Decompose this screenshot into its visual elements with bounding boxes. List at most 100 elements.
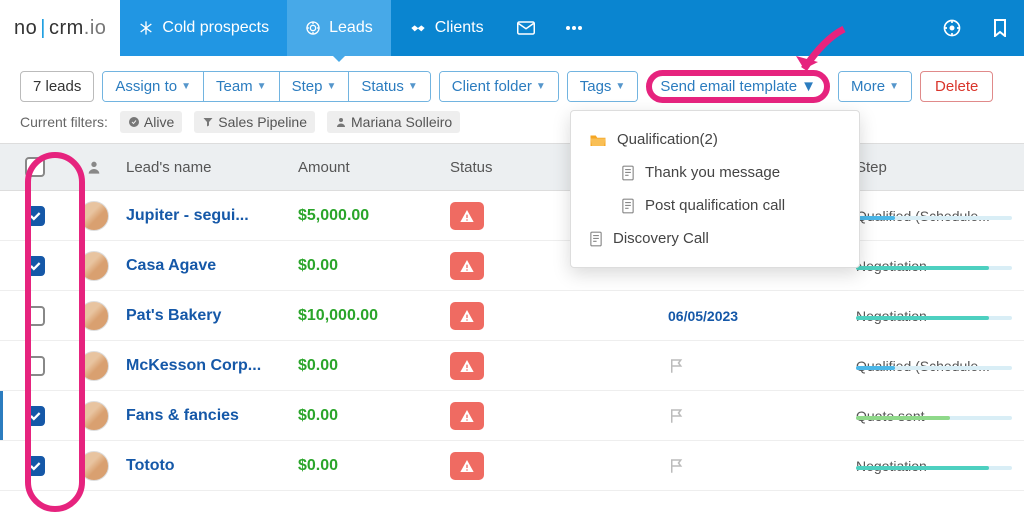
nav-leads[interactable]: Leads <box>287 0 391 56</box>
filters-label: Current filters: <box>20 114 108 130</box>
table-row[interactable]: Pat's Bakery $10,000.00 06/05/2023 Negot… <box>0 291 1024 341</box>
goal-icon <box>942 18 962 38</box>
lead-reminder[interactable]: 06/05/2023 <box>588 308 848 324</box>
table-row[interactable]: McKesson Corp... $0.00 Qualified (Schedu… <box>0 341 1024 391</box>
header-amount[interactable]: Amount <box>298 159 438 176</box>
tags-button[interactable]: Tags▼ <box>568 72 638 101</box>
assign-label: Assign to <box>115 78 177 95</box>
row-checkbox[interactable] <box>0 456 70 476</box>
lead-amount: $5,000.00 <box>298 207 438 225</box>
lead-status[interactable] <box>438 452 588 480</box>
current-filters: Current filters: Alive Sales Pipeline Ma… <box>0 111 1024 143</box>
ellipsis-icon <box>565 25 583 31</box>
filter-user-label: Mariana Solleiro <box>351 114 452 130</box>
caret-icon: ▼ <box>889 81 899 92</box>
flag-icon <box>668 357 848 375</box>
assign-to-button[interactable]: Assign to▼ <box>103 72 204 101</box>
nav-more[interactable] <box>550 0 598 56</box>
header-status[interactable]: Status <box>438 159 588 176</box>
bookmark-icon <box>993 19 1007 37</box>
table-row[interactable]: Jupiter - segui... $5,000.00 Qualified (… <box>0 191 1024 241</box>
logo-part1: no <box>14 17 37 40</box>
header-step[interactable]: Step <box>848 159 1024 176</box>
nav-clients-label: Clients <box>435 19 484 37</box>
lead-reminder[interactable] <box>588 457 848 475</box>
dropdown-template-discovery[interactable]: Discovery Call <box>571 222 859 255</box>
leads-table: Lead's name Amount Status Step Jupiter -… <box>0 143 1024 491</box>
lead-step[interactable]: Negotiation <box>848 458 1024 474</box>
dropdown-item-label: Discovery Call <box>613 230 709 247</box>
lead-name[interactable]: Pat's Bakery <box>118 307 298 325</box>
top-nav: no|crm.io Cold prospects Leads Clients <box>0 0 1024 56</box>
table-row[interactable]: Fans & fancies $0.00 Quote sent <box>0 391 1024 441</box>
nav-clients[interactable]: Clients <box>391 0 502 56</box>
row-checkbox[interactable] <box>0 206 70 226</box>
nav-cold-prospects[interactable]: Cold prospects <box>120 0 287 56</box>
caret-icon: ▼ <box>408 81 418 92</box>
lead-step[interactable]: Qualified (Schedule... <box>848 208 1024 224</box>
lead-reminder[interactable] <box>588 407 848 425</box>
step-button[interactable]: Step▼ <box>280 72 350 101</box>
table-header: Lead's name Amount Status Step <box>0 143 1024 191</box>
filter-alive-label: Alive <box>144 114 174 130</box>
nav-mail[interactable] <box>502 0 550 56</box>
lead-status[interactable] <box>438 202 588 230</box>
dropdown-template-thank-you[interactable]: Thank you message <box>571 156 859 189</box>
lead-name[interactable]: Tototo <box>118 457 298 475</box>
toolbar: 7 leads Assign to▼ Team▼ Step▼ Status▼ C… <box>0 56 1024 111</box>
row-checkbox[interactable] <box>0 306 70 326</box>
delete-button[interactable]: Delete <box>920 71 993 102</box>
lead-name[interactable]: Jupiter - segui... <box>118 207 298 225</box>
lead-amount: $0.00 <box>298 407 438 425</box>
row-checkbox[interactable] <box>0 356 70 376</box>
more-button[interactable]: More ▼ <box>839 72 911 101</box>
dropdown-folder-qualification[interactable]: Qualification(2) <box>571 123 859 156</box>
row-checkbox[interactable] <box>0 256 70 276</box>
nav-leads-label: Leads <box>329 19 373 37</box>
nav-goals[interactable] <box>928 0 976 56</box>
folder-open-icon <box>589 132 607 148</box>
row-avatar <box>70 301 118 331</box>
caret-icon: ▼ <box>615 81 625 92</box>
row-checkbox[interactable] <box>0 406 70 426</box>
lead-name[interactable]: Fans & fancies <box>118 407 298 425</box>
toolbar-group-2: Client folder▼ <box>439 71 559 102</box>
row-avatar <box>70 401 118 431</box>
status-button[interactable]: Status▼ <box>349 72 429 101</box>
filter-pipeline[interactable]: Sales Pipeline <box>194 111 315 133</box>
lead-status[interactable] <box>438 302 588 330</box>
client-folder-button[interactable]: Client folder▼ <box>440 72 558 101</box>
step-label: Step <box>292 78 323 95</box>
send-email-template-button[interactable]: Send email template▼ <box>646 70 830 103</box>
header-name[interactable]: Lead's name <box>118 159 298 176</box>
lead-step[interactable]: Qualified (Schedule... <box>848 358 1024 374</box>
table-row[interactable]: Casa Agave $0.00 Negotiation <box>0 241 1024 291</box>
more-label: More <box>851 78 885 95</box>
lead-amount: $0.00 <box>298 457 438 475</box>
lead-reminder[interactable] <box>588 357 848 375</box>
lead-name[interactable]: Casa Agave <box>118 257 298 275</box>
lead-amount: $0.00 <box>298 357 438 375</box>
flag-icon <box>668 457 848 475</box>
lead-status[interactable] <box>438 352 588 380</box>
header-checkbox[interactable] <box>0 157 70 177</box>
lead-status[interactable] <box>438 402 588 430</box>
toolbar-group-1: Assign to▼ Team▼ Step▼ Status▼ <box>102 71 430 102</box>
filter-alive[interactable]: Alive <box>120 111 182 133</box>
check-circle-icon <box>128 116 140 128</box>
filter-user[interactable]: Mariana Solleiro <box>327 111 460 133</box>
lead-name[interactable]: McKesson Corp... <box>118 357 298 375</box>
lead-step[interactable]: Negotiation <box>848 258 1024 274</box>
email-template-dropdown: Qualification(2) Thank you message Post … <box>570 110 860 268</box>
logo[interactable]: no|crm.io <box>0 0 120 56</box>
funnel-icon <box>202 116 214 128</box>
lead-step[interactable]: Quote sent <box>848 408 1024 424</box>
dropdown-template-post-qual[interactable]: Post qualification call <box>571 189 859 222</box>
table-row[interactable]: Tototo $0.00 Negotiation <box>0 441 1024 491</box>
flag-icon <box>668 407 848 425</box>
handshake-icon <box>409 20 427 36</box>
nav-bookmark[interactable] <box>976 0 1024 56</box>
team-button[interactable]: Team▼ <box>204 72 280 101</box>
lead-step[interactable]: Negotiation <box>848 308 1024 324</box>
lead-status[interactable] <box>438 252 588 280</box>
